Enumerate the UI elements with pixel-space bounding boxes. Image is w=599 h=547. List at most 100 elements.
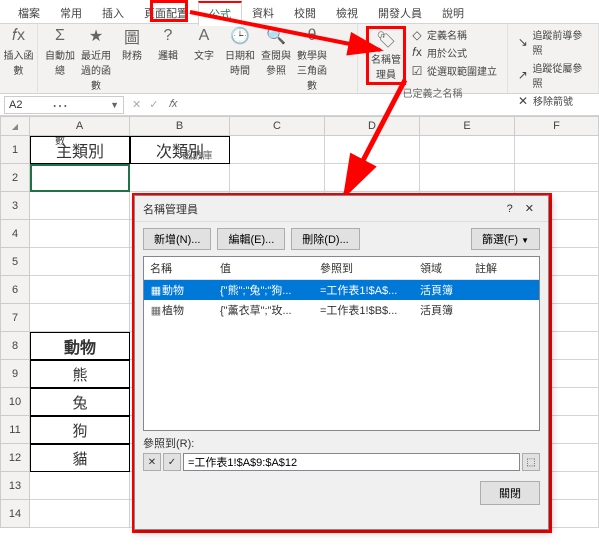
text-button[interactable]: A文字: [188, 26, 220, 62]
cell-D2[interactable]: [325, 164, 420, 192]
row-header-10[interactable]: 10: [0, 388, 30, 416]
collapse-dialog-icon[interactable]: ⬚: [522, 453, 540, 471]
dialog-close-button[interactable]: ✕: [519, 200, 540, 217]
cell-B1[interactable]: 次類別: [130, 136, 230, 164]
col-header-B[interactable]: B: [130, 116, 230, 136]
row-header-6[interactable]: 6: [0, 276, 30, 304]
dialog-help-button[interactable]: ?: [501, 201, 519, 217]
row-header-8[interactable]: 8: [0, 332, 30, 360]
use-in-formula-label: 用於公式: [427, 45, 467, 60]
list-item[interactable]: ▦植物 {"薰衣草";"玫... =工作表1!$B$... 活頁簿: [144, 300, 539, 320]
cell-A10[interactable]: 兔: [30, 388, 130, 416]
accept-ref-icon[interactable]: ✓: [163, 453, 181, 471]
logical-label: 邏輯: [158, 47, 178, 62]
recent-label: 最近用過的函數: [80, 47, 112, 92]
tab-help[interactable]: 說明: [432, 2, 474, 24]
tab-insert[interactable]: 插入: [92, 2, 134, 24]
row-header-7[interactable]: 7: [0, 304, 30, 332]
row-header-1[interactable]: 1: [0, 136, 30, 164]
row-header-11[interactable]: 11: [0, 416, 30, 444]
row-header-5[interactable]: 5: [0, 248, 30, 276]
name-manager-button[interactable]: 🏷 名稱管理員: [370, 30, 402, 81]
cancel-ref-icon[interactable]: ✕: [143, 453, 161, 471]
cell-A13[interactable]: [30, 472, 130, 500]
refers-to-input[interactable]: [183, 453, 520, 471]
tab-formulas[interactable]: 公式: [198, 1, 242, 26]
trace-dependents-button[interactable]: ↗追蹤從屬參照: [514, 59, 592, 91]
recent-functions-button[interactable]: ★最近用過的函數: [80, 26, 112, 92]
name-list[interactable]: 名稱 值 參照到 領域 註解 ▦動物 {"熊";"兔";"狗... =工作表1!…: [143, 256, 540, 431]
define-name-button[interactable]: ◇定義名稱: [408, 26, 499, 43]
cell-A6[interactable]: [30, 276, 130, 304]
financial-button[interactable]: 圖財務: [116, 26, 148, 62]
create-from-selection-button[interactable]: ☑從選取範圍建立: [408, 62, 499, 79]
more-icon: ⋯: [50, 96, 70, 116]
cell-A12[interactable]: 貓: [30, 444, 130, 472]
datetime-button[interactable]: 🕒日期和時間: [224, 26, 256, 77]
cell-A1[interactable]: 主類別: [30, 136, 130, 164]
row-header-2[interactable]: 2: [0, 164, 30, 192]
cell-A8[interactable]: 動物: [30, 332, 130, 360]
col-header-A[interactable]: A: [30, 116, 130, 136]
tab-view[interactable]: 檢視: [326, 2, 368, 24]
list-item[interactable]: ▦動物 {"熊";"兔";"狗... =工作表1!$A$... 活頁簿: [144, 280, 539, 300]
tab-dev[interactable]: 開發人員: [368, 2, 432, 24]
item-value: {"薰衣草";"玫...: [214, 301, 314, 319]
row-header-4[interactable]: 4: [0, 220, 30, 248]
row-header-14[interactable]: 14: [0, 500, 30, 528]
new-name-button[interactable]: 新增(N)...: [143, 228, 211, 250]
lookup-button[interactable]: 🔍查閱與參照: [260, 26, 292, 77]
tab-home[interactable]: 常用: [50, 2, 92, 24]
tab-review[interactable]: 校閱: [284, 2, 326, 24]
cell-B2[interactable]: [130, 164, 230, 192]
col-header-E[interactable]: E: [420, 116, 515, 136]
row-header-9[interactable]: 9: [0, 360, 30, 388]
col-header-D[interactable]: D: [325, 116, 420, 136]
col-comment[interactable]: 註解: [469, 257, 539, 279]
logical-button[interactable]: ?邏輯: [152, 26, 184, 62]
cell-E1[interactable]: [420, 136, 515, 164]
cell-F2[interactable]: [515, 164, 599, 192]
insert-function-button[interactable]: 𝑓x 插入函數: [3, 26, 35, 77]
cell-A3[interactable]: [30, 192, 130, 220]
col-value[interactable]: 值: [214, 257, 314, 279]
tab-data[interactable]: 資料: [242, 2, 284, 24]
cell-A7[interactable]: [30, 304, 130, 332]
filter-button[interactable]: 篩選(F)▼: [471, 228, 540, 250]
col-name[interactable]: 名稱: [144, 257, 214, 279]
theta-icon: θ: [302, 26, 322, 46]
close-button[interactable]: 關閉: [480, 481, 540, 505]
cell-A4[interactable]: [30, 220, 130, 248]
cell-A5[interactable]: [30, 248, 130, 276]
row-header-13[interactable]: 13: [0, 472, 30, 500]
question-icon: ?: [158, 26, 178, 46]
col-header-F[interactable]: F: [515, 116, 599, 136]
tab-layout[interactable]: 頁面配置: [134, 2, 198, 24]
col-scope[interactable]: 領域: [414, 257, 469, 279]
cell-A11[interactable]: 狗: [30, 416, 130, 444]
autosum-button[interactable]: Σ自動加總: [44, 26, 76, 77]
math-button[interactable]: θ數學與三角函數: [296, 26, 328, 92]
cell-A2[interactable]: [30, 164, 130, 192]
tab-file[interactable]: 檔案: [8, 2, 50, 24]
remove-icon: ✕: [516, 94, 530, 108]
cell-E2[interactable]: [420, 164, 515, 192]
remove-arrows-button[interactable]: ✕移除箭號: [514, 92, 592, 109]
cell-C1[interactable]: [230, 136, 325, 164]
edit-name-button[interactable]: 編輯(E)...: [217, 228, 285, 250]
trace-precedents-button[interactable]: ↘追蹤前導參照: [514, 26, 592, 58]
use-in-formula-button[interactable]: 𝑓x用於公式: [408, 44, 499, 61]
col-refersto[interactable]: 參照到: [314, 257, 414, 279]
cell-D1[interactable]: [325, 136, 420, 164]
row-header-3[interactable]: 3: [0, 192, 30, 220]
col-header-C[interactable]: C: [230, 116, 325, 136]
delete-name-button[interactable]: 刪除(D)...: [291, 228, 359, 250]
cell-A9[interactable]: 熊: [30, 360, 130, 388]
select-all-corner[interactable]: ◢: [0, 116, 30, 136]
cell-F1[interactable]: [515, 136, 599, 164]
row-header-12[interactable]: 12: [0, 444, 30, 472]
cell-A14[interactable]: [30, 500, 130, 528]
create-from-selection-label: 從選取範圍建立: [427, 63, 497, 78]
create-icon: ☑: [410, 64, 424, 78]
cell-C2[interactable]: [230, 164, 325, 192]
